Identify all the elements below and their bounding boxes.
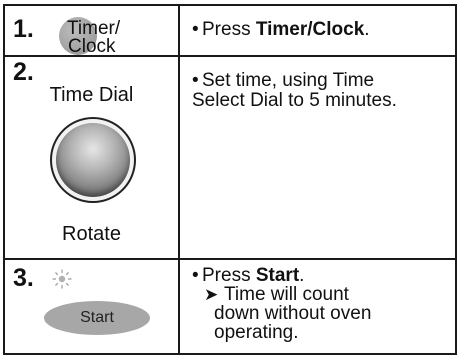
result-line2: down without oven bbox=[214, 302, 372, 324]
instruction-suffix: . bbox=[299, 264, 305, 286]
instruction-line2: Select Dial to 5 minutes. bbox=[192, 89, 397, 111]
instruction-bold: Start bbox=[255, 264, 300, 286]
step-1-row: 1. Timer/ Clock • Press Timer/Clock. bbox=[3, 4, 457, 57]
instruction-table: 1. Timer/ Clock • Press Timer/Clock. 2. T… bbox=[3, 4, 457, 356]
bullet: • bbox=[192, 69, 199, 91]
arrow-icon: ➤ bbox=[204, 284, 219, 304]
bullet: • bbox=[192, 19, 199, 40]
instruction-text: • Press Timer/Clock. bbox=[180, 6, 455, 40]
instruction-prefix: Press bbox=[202, 264, 256, 286]
sun-icon bbox=[52, 269, 72, 289]
dial-face bbox=[56, 122, 130, 197]
instruction-text: • Set time, using Time Select Dial to 5 m… bbox=[180, 57, 455, 111]
dial-title: Time Dial bbox=[49, 83, 134, 106]
step-3-row: 3. Start • Press Start. ➤ Time will coun… bbox=[3, 257, 457, 356]
step-number: 1. bbox=[13, 15, 34, 43]
button-label-line2: Clock bbox=[68, 36, 116, 57]
timer-clock-button[interactable]: Timer/ Clock bbox=[57, 15, 120, 57]
instruction-line1: Set time, using Time bbox=[202, 69, 375, 91]
instruction-bold: Timer/Clock bbox=[255, 19, 365, 40]
dial-caption: Rotate bbox=[62, 222, 121, 245]
step-2-visual: 2. Time Dial Rotate bbox=[3, 54, 180, 260]
instruction-prefix: Press bbox=[202, 19, 256, 40]
step-2-row: 2. Time Dial Rotate • Set time, using Tim… bbox=[3, 54, 457, 260]
start-button[interactable]: Start bbox=[44, 300, 150, 335]
step-1-instruction: • Press Timer/Clock. bbox=[178, 4, 457, 57]
result-line3: operating. bbox=[214, 321, 299, 343]
step-number: 3. bbox=[13, 263, 34, 292]
step-number: 2. bbox=[13, 57, 34, 86]
result-block: ➤ Time will count down without oven oper… bbox=[192, 285, 449, 342]
step-3-visual: 3. Start bbox=[3, 257, 180, 356]
step-2-instruction: • Set time, using Time Select Dial to 5 m… bbox=[178, 54, 457, 260]
step-1-visual: 1. Timer/ Clock bbox=[3, 4, 180, 57]
result-line1: Time will count bbox=[224, 283, 349, 305]
time-dial-knob[interactable] bbox=[50, 116, 136, 203]
instruction-text: • Press Start. ➤ Time will count down wit… bbox=[180, 260, 455, 342]
instruction-suffix: . bbox=[364, 19, 370, 40]
step-3-instruction: • Press Start. ➤ Time will count down wit… bbox=[178, 257, 457, 356]
bullet: • bbox=[192, 264, 199, 286]
